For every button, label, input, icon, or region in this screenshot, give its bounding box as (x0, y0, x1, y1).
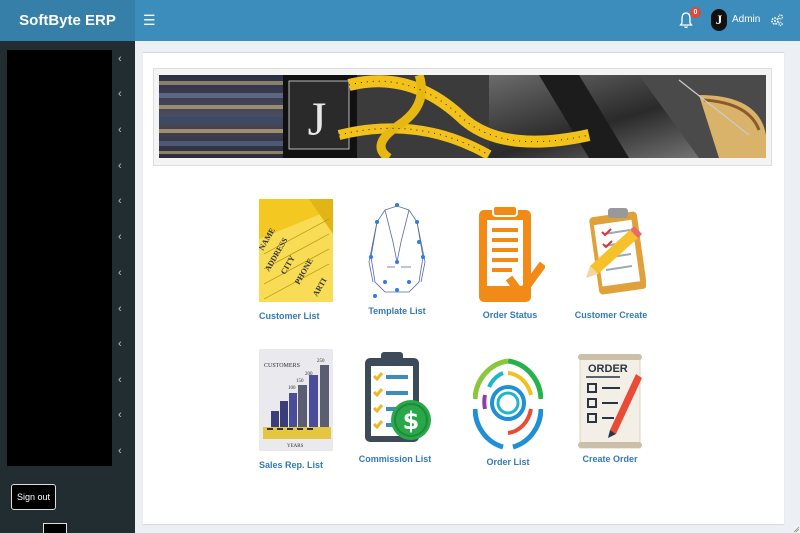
order-doc-title: ORDER (588, 363, 628, 375)
gears-icon[interactable] (770, 13, 784, 27)
tile-label[interactable]: Order Status (455, 310, 565, 320)
top-navbar: ☰ 0 J Admin (135, 0, 800, 41)
tile-label[interactable]: Order List (453, 457, 563, 467)
sign-out-button[interactable]: Sign out (11, 484, 56, 510)
circular-rings-icon (473, 358, 543, 450)
chevron-left-icon[interactable]: ‹ (118, 53, 126, 65)
sales-tick-150: 150 (296, 379, 304, 384)
order-form-icon: ORDER (578, 354, 642, 449)
chevron-left-icon[interactable]: ‹ (118, 88, 126, 100)
banner-logo-letter: J (308, 93, 327, 146)
sales-chart-title: CUSTOMERS (264, 363, 300, 369)
sales-chart-xlabel: YEARS (287, 444, 304, 449)
order-list-tile[interactable]: Order List (453, 355, 563, 467)
clipboard-pencil-icon (586, 208, 646, 295)
sidebar-toggle-icon[interactable]: ☰ (143, 12, 157, 29)
sidebar-footer-box (43, 523, 67, 533)
customer-create-tile[interactable]: Customer Create (556, 206, 666, 320)
chevron-left-icon[interactable]: ‹ (118, 445, 126, 457)
svg-text:$: $ (403, 407, 420, 435)
clipboard-check-icon (479, 206, 545, 302)
order-status-tile[interactable]: Order Status (455, 206, 565, 320)
sales-rep-list-tile[interactable]: CUSTOMERS 100 150 200 250 YEARS Sales Re… (241, 349, 351, 470)
tile-label[interactable]: Customer Create (556, 310, 666, 320)
scrollbar-resize-handle[interactable] (793, 525, 800, 533)
tailor-banner-image: J (159, 75, 766, 158)
chevron-left-icon[interactable]: ‹ (118, 231, 126, 243)
user-name[interactable]: Admin (732, 14, 760, 25)
chevron-left-icon[interactable]: ‹ (118, 303, 126, 315)
chevron-left-icon[interactable]: ‹ (118, 160, 126, 172)
tile-label[interactable]: Sales Rep. List (241, 460, 351, 470)
chevron-left-icon[interactable]: ‹ (118, 267, 126, 279)
user-avatar[interactable]: J (711, 9, 727, 31)
chevron-left-icon[interactable]: ‹ (118, 195, 126, 207)
commission-list-tile[interactable]: $ Commission List (340, 352, 450, 464)
suit-template-icon (368, 203, 426, 298)
customer-list-tile[interactable]: NAME ADDRESS CITY PHONE ARTI Customer Li… (241, 199, 351, 321)
tile-label[interactable]: Create Order (555, 454, 665, 464)
sales-tick-250: 250 (317, 359, 325, 364)
chevron-left-icon[interactable]: ‹ (118, 338, 126, 350)
sidebar-menu-panel (7, 50, 112, 466)
notification-badge: 0 (690, 7, 701, 18)
tile-label[interactable]: Customer List (241, 311, 351, 321)
chevron-left-icon[interactable]: ‹ (118, 409, 126, 421)
customer-card-icon: NAME ADDRESS CITY PHONE ARTI (259, 199, 333, 302)
chevron-left-icon[interactable]: ‹ (118, 374, 126, 386)
template-list-tile[interactable]: Template List (342, 202, 452, 316)
app-brand[interactable]: SoftByte ERP (0, 0, 135, 41)
create-order-tile[interactable]: ORDER Create Order (555, 352, 665, 464)
sales-chart-icon: CUSTOMERS 100 150 200 250 YEARS (259, 349, 333, 451)
checklist-dollar-icon: $ (365, 352, 431, 442)
tile-label[interactable]: Commission List (340, 454, 450, 464)
sales-tick-100: 100 (288, 386, 296, 391)
chevron-left-icon[interactable]: ‹ (118, 124, 126, 136)
sidebar: ‹ ‹ ‹ ‹ ‹ ‹ ‹ ‹ ‹ ‹ ‹ ‹ Sign out (0, 41, 135, 533)
tile-label[interactable]: Template List (342, 306, 452, 316)
